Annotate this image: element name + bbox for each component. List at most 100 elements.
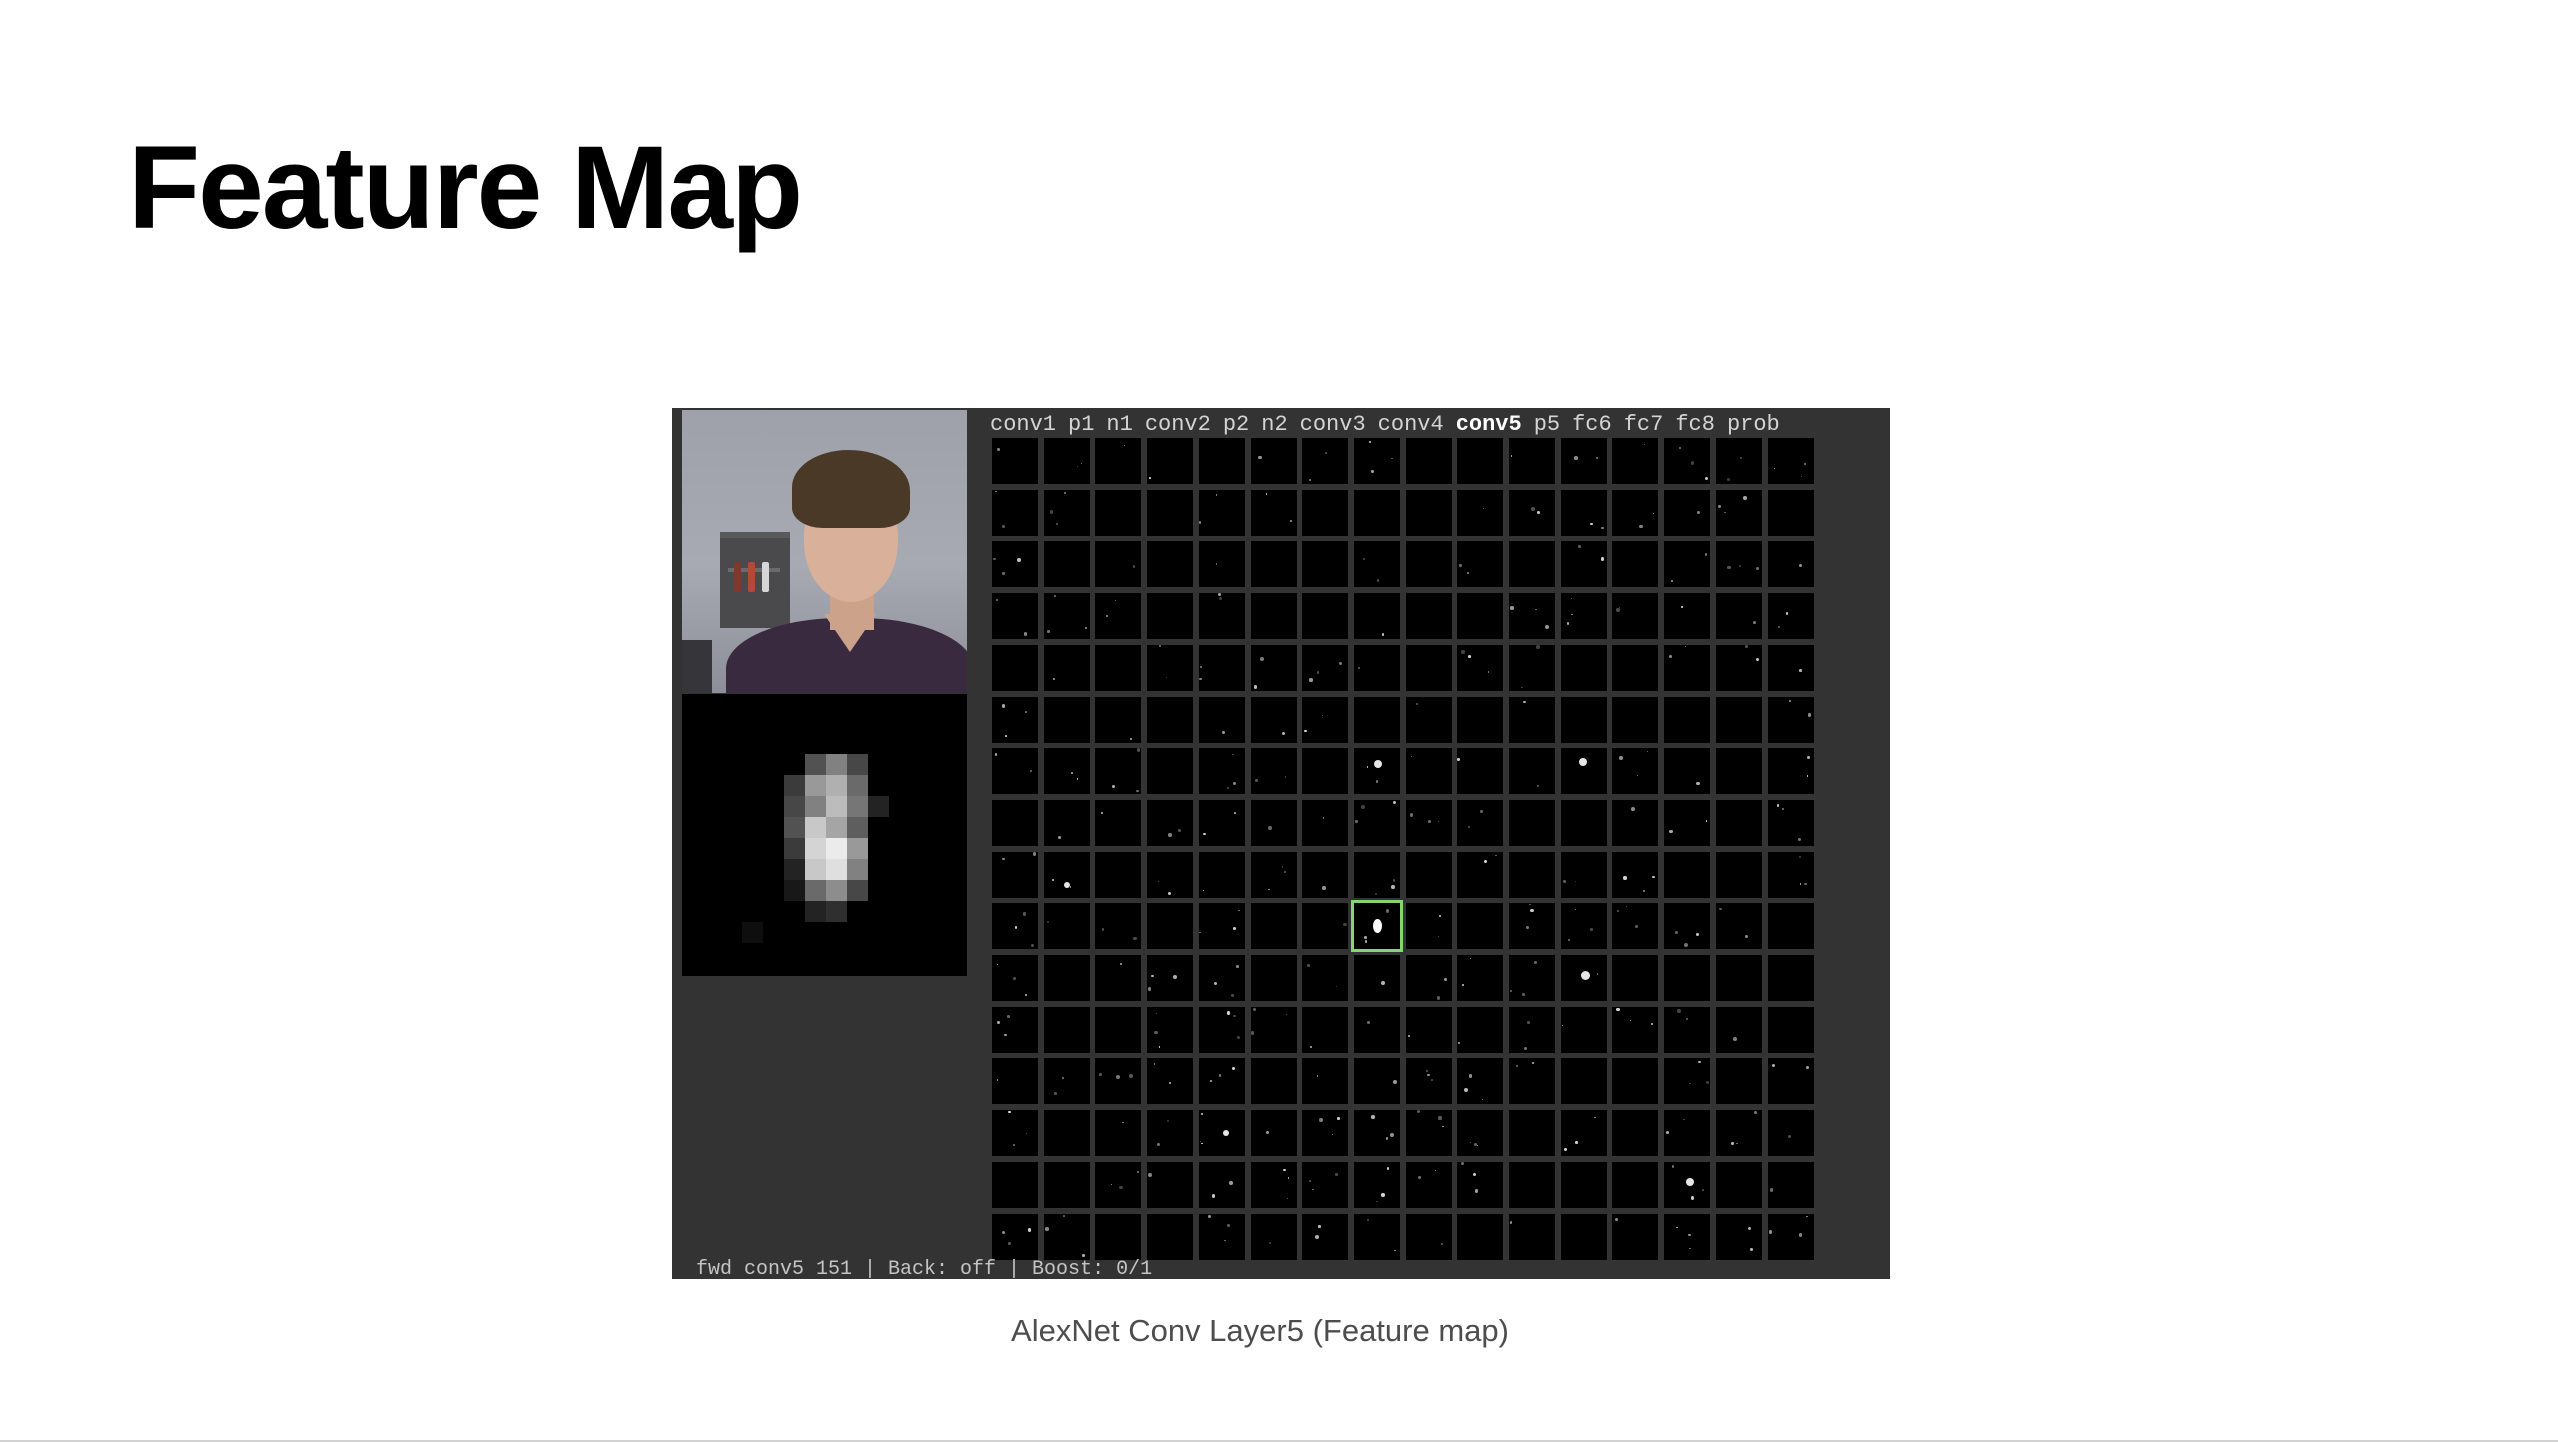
feature-map-cell[interactable] bbox=[1147, 748, 1194, 795]
feature-map-cell[interactable] bbox=[1250, 1213, 1297, 1260]
feature-map-cell[interactable] bbox=[1457, 799, 1504, 846]
feature-map-cell[interactable] bbox=[1560, 593, 1607, 640]
feature-map-cell[interactable] bbox=[1715, 1213, 1762, 1260]
feature-map-cell[interactable] bbox=[1767, 489, 1814, 536]
feature-map-cell[interactable] bbox=[1457, 903, 1504, 950]
feature-map-cell[interactable] bbox=[1147, 903, 1194, 950]
feature-map-cell[interactable] bbox=[1715, 593, 1762, 640]
feature-map-cell[interactable] bbox=[1715, 799, 1762, 846]
feature-map-cell[interactable] bbox=[1509, 903, 1555, 950]
feature-map-cell[interactable] bbox=[1405, 1006, 1452, 1053]
feature-map-cell[interactable] bbox=[1767, 1213, 1814, 1260]
feature-map-cell[interactable] bbox=[1095, 644, 1142, 691]
feature-map-cell[interactable] bbox=[992, 1161, 1038, 1208]
layer-tab-n1[interactable]: n1 bbox=[1106, 412, 1132, 437]
feature-map-cell[interactable] bbox=[1250, 541, 1297, 588]
layer-tab-conv2[interactable]: conv2 bbox=[1145, 412, 1211, 437]
feature-map-cell[interactable] bbox=[1302, 799, 1349, 846]
feature-map-cell[interactable] bbox=[1664, 1006, 1711, 1053]
feature-map-cell[interactable] bbox=[1043, 489, 1090, 536]
feature-map-cell[interactable] bbox=[1715, 851, 1762, 898]
feature-map-cell[interactable] bbox=[1509, 438, 1555, 484]
feature-map-cell[interactable] bbox=[1664, 748, 1711, 795]
feature-map-cell[interactable] bbox=[1095, 1161, 1142, 1208]
feature-map-cell[interactable] bbox=[1043, 1213, 1090, 1260]
feature-map-cell[interactable] bbox=[1405, 541, 1452, 588]
feature-map-cell[interactable] bbox=[1405, 903, 1452, 950]
feature-map-cell[interactable] bbox=[1560, 1161, 1607, 1208]
feature-map-cell[interactable] bbox=[1560, 644, 1607, 691]
feature-map-cell[interactable] bbox=[1198, 1161, 1245, 1208]
feature-map-cell[interactable] bbox=[1715, 1110, 1762, 1157]
feature-map-cell[interactable] bbox=[1250, 1110, 1297, 1157]
feature-map-cell[interactable] bbox=[1095, 541, 1142, 588]
feature-map-cell[interactable] bbox=[1664, 593, 1711, 640]
feature-map-cell[interactable] bbox=[1405, 748, 1452, 795]
feature-map-cell[interactable] bbox=[992, 955, 1038, 1001]
layer-tab-p1[interactable]: p1 bbox=[1068, 412, 1094, 437]
feature-map-cell[interactable] bbox=[1509, 851, 1555, 898]
feature-map-cell[interactable] bbox=[1612, 489, 1659, 536]
feature-map-cell[interactable] bbox=[1767, 903, 1814, 950]
feature-map-cell[interactable] bbox=[1353, 1058, 1400, 1105]
feature-map-cell[interactable] bbox=[1664, 644, 1711, 691]
feature-map-cell[interactable] bbox=[1405, 1110, 1452, 1157]
feature-map-cell[interactable] bbox=[1612, 1006, 1659, 1053]
feature-map-cell[interactable] bbox=[1302, 1058, 1349, 1105]
layer-tab-conv1[interactable]: conv1 bbox=[990, 412, 1056, 437]
feature-map-cell[interactable] bbox=[992, 489, 1038, 536]
feature-map-cell[interactable] bbox=[1147, 1161, 1194, 1208]
feature-map-cell[interactable] bbox=[992, 438, 1038, 484]
feature-map-cell[interactable] bbox=[1457, 1213, 1504, 1260]
feature-map-cell[interactable] bbox=[1302, 593, 1349, 640]
feature-map-cell[interactable] bbox=[1198, 955, 1245, 1001]
layer-tab-fc6[interactable]: fc6 bbox=[1572, 412, 1612, 437]
feature-map-cell[interactable] bbox=[992, 1058, 1038, 1105]
feature-map-cell[interactable] bbox=[1612, 541, 1659, 588]
layer-tab-p2[interactable]: p2 bbox=[1223, 412, 1249, 437]
feature-map-cell[interactable] bbox=[1767, 1058, 1814, 1105]
feature-map-cell[interactable] bbox=[1767, 438, 1814, 484]
feature-map-cell[interactable] bbox=[1353, 1006, 1400, 1053]
feature-map-cell[interactable] bbox=[1302, 748, 1349, 795]
layer-tab-conv4[interactable]: conv4 bbox=[1378, 412, 1444, 437]
feature-map-cell[interactable] bbox=[1457, 489, 1504, 536]
feature-map-cell[interactable] bbox=[1560, 1058, 1607, 1105]
feature-map-cell[interactable] bbox=[1715, 489, 1762, 536]
feature-map-cell[interactable] bbox=[1509, 799, 1555, 846]
feature-map-cell[interactable] bbox=[1250, 644, 1297, 691]
feature-map-cell[interactable] bbox=[1767, 851, 1814, 898]
feature-map-cell[interactable] bbox=[1612, 644, 1659, 691]
feature-map-cell[interactable] bbox=[1043, 438, 1090, 484]
feature-map-cell[interactable] bbox=[992, 1110, 1038, 1157]
layer-tab-conv5[interactable]: conv5 bbox=[1456, 412, 1522, 437]
feature-map-cell[interactable] bbox=[1560, 851, 1607, 898]
feature-map-cell[interactable] bbox=[1560, 1006, 1607, 1053]
feature-map-cell[interactable] bbox=[1405, 1161, 1452, 1208]
feature-map-cell[interactable] bbox=[1715, 696, 1762, 743]
feature-map-cell[interactable] bbox=[1147, 541, 1194, 588]
feature-map-cell[interactable] bbox=[1095, 489, 1142, 536]
feature-map-cell[interactable] bbox=[1457, 696, 1504, 743]
feature-map-cell[interactable] bbox=[1302, 1161, 1349, 1208]
feature-map-cell[interactable] bbox=[1405, 489, 1452, 536]
feature-map-cell[interactable] bbox=[1353, 696, 1400, 743]
feature-map-cell[interactable] bbox=[1509, 1058, 1555, 1105]
feature-map-cell[interactable] bbox=[1612, 438, 1659, 484]
feature-map-cell[interactable] bbox=[1043, 903, 1090, 950]
feature-map-cell[interactable] bbox=[1457, 438, 1504, 484]
feature-map-cell[interactable] bbox=[1250, 1006, 1297, 1053]
feature-map-cell[interactable] bbox=[1767, 696, 1814, 743]
feature-map-cell[interactable] bbox=[1715, 1058, 1762, 1105]
feature-map-cell[interactable] bbox=[1147, 1058, 1194, 1105]
feature-map-cell[interactable] bbox=[1147, 438, 1194, 484]
feature-map-cell[interactable] bbox=[1147, 644, 1194, 691]
feature-map-cell[interactable] bbox=[1043, 748, 1090, 795]
feature-map-cell[interactable] bbox=[1560, 903, 1607, 950]
feature-map-cell[interactable] bbox=[1353, 1213, 1400, 1260]
feature-map-cell[interactable] bbox=[992, 593, 1038, 640]
feature-map-cell[interactable] bbox=[1095, 851, 1142, 898]
feature-map-cell[interactable] bbox=[1664, 1058, 1711, 1105]
feature-map-cell[interactable] bbox=[1043, 1058, 1090, 1105]
feature-map-cell[interactable] bbox=[1509, 748, 1555, 795]
